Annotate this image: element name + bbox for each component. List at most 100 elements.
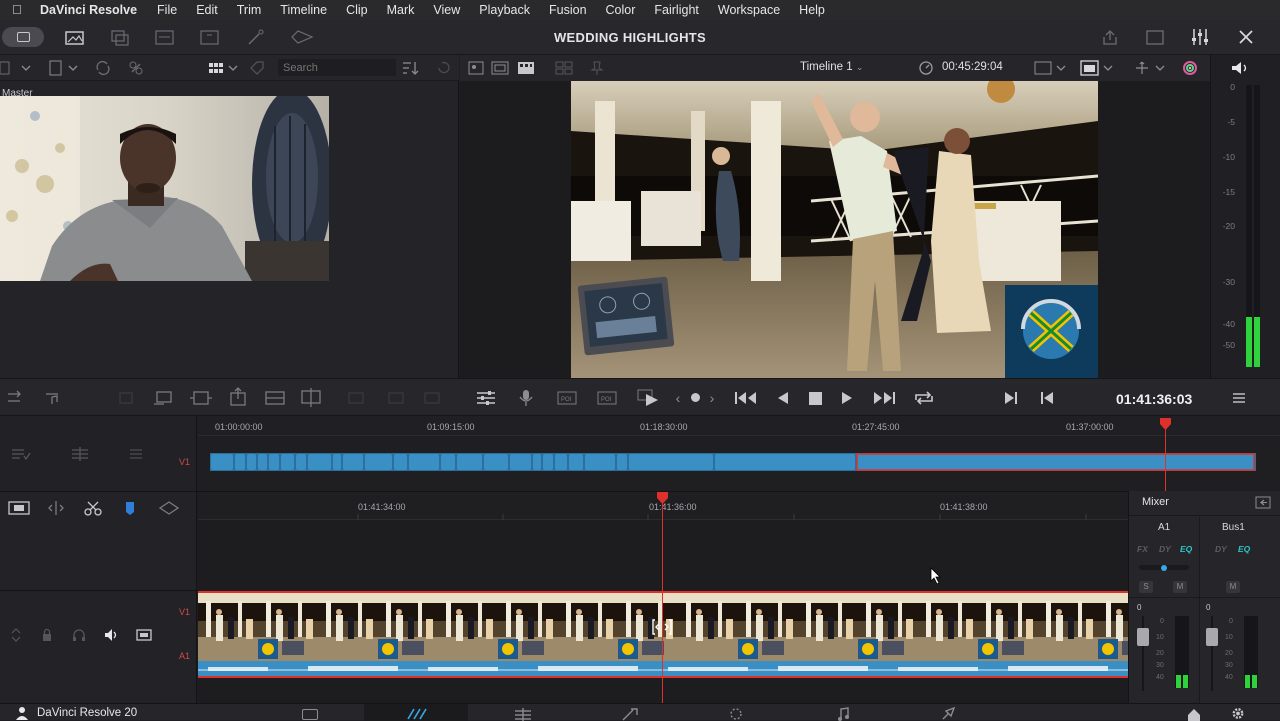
bus1-dy-button[interactable]: DY [1215,544,1227,554]
a1-fx-button[interactable]: FX [1137,544,1148,554]
grid-view-icon[interactable] [208,61,240,75]
viewer-size-icon[interactable] [1034,61,1068,75]
a1-pan-knob[interactable] [1161,565,1167,571]
a1-dy-button[interactable]: DY [1159,544,1171,554]
upper-playhead-handle-icon[interactable] [1159,418,1172,430]
filmstrip-icon[interactable] [517,61,535,75]
menu-trim[interactable]: Trim [237,3,262,17]
menu-help[interactable]: Help [799,3,825,17]
bin-list-toggle-icon[interactable] [0,61,34,75]
loop-icon[interactable] [912,389,936,407]
track-lock-icon[interactable] [41,628,53,642]
fullscreen-icon[interactable] [1146,29,1164,46]
menu-clip[interactable]: Clip [346,3,368,17]
mixer-sliders-icon[interactable] [1191,28,1209,46]
stop-icon[interactable] [809,392,822,405]
page-edit-icon[interactable] [513,707,533,721]
smooth-cut-icon[interactable] [152,389,174,407]
go-to-end-icon[interactable] [872,390,896,406]
tools-icon[interactable] [1237,28,1255,46]
flag-marker-icon[interactable] [124,500,136,516]
track-destination-icon[interactable] [10,446,32,462]
headphones-icon[interactable] [72,628,86,642]
track-monitor-icon[interactable] [136,628,152,642]
page-fusion-icon[interactable] [621,707,639,721]
tag-icon[interactable] [249,60,265,76]
viewer-settings-sliders-icon[interactable] [476,389,496,407]
menu-fairlight[interactable]: Fairlight [654,3,698,17]
refresh-icon[interactable] [436,60,452,76]
trim-tool-icon[interactable] [116,389,136,407]
program-video-frame[interactable] [571,81,1098,378]
timeline-duration-timecode[interactable]: 00:45:29:04 [942,61,1003,73]
play-forward-icon[interactable] [840,390,854,406]
transform-icon[interactable] [1132,60,1168,76]
blade-razor-icon[interactable] [84,500,102,516]
apple-logo-icon[interactable]:  [12,3,26,17]
menu-color[interactable]: Color [606,3,636,17]
lower-playhead-line[interactable] [662,498,663,704]
track-lock-icon[interactable] [70,446,90,462]
pin-icon[interactable] [590,60,604,76]
new-bin-icon[interactable] [49,60,83,76]
viewer-overlay-icon[interactable] [1080,60,1116,76]
menu-workspace[interactable]: Workspace [718,3,780,17]
bus1-fader-handle[interactable] [1206,628,1218,646]
a1-solo-button[interactable]: S [1139,581,1153,593]
timeline-selector[interactable]: Timeline 1 ⌄ [800,61,863,73]
menu-timeline[interactable]: Timeline [280,3,327,17]
share-icon[interactable] [1101,29,1119,46]
current-timecode[interactable]: 01:41:36:03 [1116,391,1192,407]
timeline-view-options-icon[interactable] [8,500,30,516]
menu-edit[interactable]: Edit [196,3,218,17]
home-icon[interactable] [1186,707,1202,721]
link-icon[interactable] [128,60,144,76]
mark-out-poi-icon[interactable]: POI [596,388,618,408]
a1-eq-button[interactable]: EQ [1180,544,1192,554]
place-on-top-icon[interactable] [227,387,249,407]
previous-edit-icon[interactable] [1039,390,1055,406]
sort-icon[interactable] [401,60,419,76]
lower-playhead-handle-icon[interactable] [656,492,669,504]
trim-edit-mode-icon[interactable] [46,500,66,516]
page-media-icon[interactable] [302,709,318,720]
play-around-icon[interactable] [636,388,660,408]
a1-mute-button[interactable]: M [1173,581,1187,593]
relink-icon[interactable] [95,60,111,76]
menu-view[interactable]: View [433,3,460,17]
page-deliver-icon[interactable] [940,707,958,721]
menu-app-name[interactable]: DaVinci Resolve [40,3,137,17]
auto-select-icon[interactable] [128,446,150,462]
media-search-input[interactable] [278,59,396,76]
audio-edit-icon[interactable] [44,389,62,407]
page-cut-icon[interactable] [404,707,428,721]
replace-icon[interactable] [386,389,406,407]
mixer-collapse-icon[interactable] [1255,496,1271,509]
bus1-mute-button[interactable]: M [1226,581,1240,593]
a1-fader-handle[interactable] [1137,628,1149,646]
close-up-icon[interactable] [346,389,366,407]
track-height-icon[interactable] [10,628,22,642]
page-color-icon[interactable] [728,707,744,721]
mark-in-poi-icon[interactable]: POI [556,388,578,408]
hamburger-menu-icon[interactable] [1232,392,1246,404]
menu-fusion[interactable]: Fusion [549,3,587,17]
marker-dot-icon[interactable] [691,393,700,402]
menu-playback[interactable]: Playback [479,3,530,17]
safe-area-icon[interactable] [491,61,509,75]
go-to-start-icon[interactable] [734,390,758,406]
play-reverse-icon[interactable] [776,390,790,406]
next-edit-icon[interactable] [1003,390,1019,406]
bus1-eq-button[interactable]: EQ [1238,544,1250,554]
upper-clip-strip[interactable] [210,453,1256,471]
microphone-icon[interactable] [516,388,536,408]
append-icon[interactable] [264,389,286,407]
ripple-overwrite-icon[interactable] [300,388,322,408]
next-marker-icon[interactable]: › [706,390,718,406]
settings-gear-icon[interactable] [1230,706,1246,721]
insert-clip-icon[interactable] [6,389,24,407]
speaker-volume-icon[interactable] [1231,61,1249,75]
upper-playhead-line[interactable] [1165,420,1166,491]
page-fairlight-icon[interactable] [836,707,850,721]
audio-clip-a1[interactable] [198,661,1128,678]
